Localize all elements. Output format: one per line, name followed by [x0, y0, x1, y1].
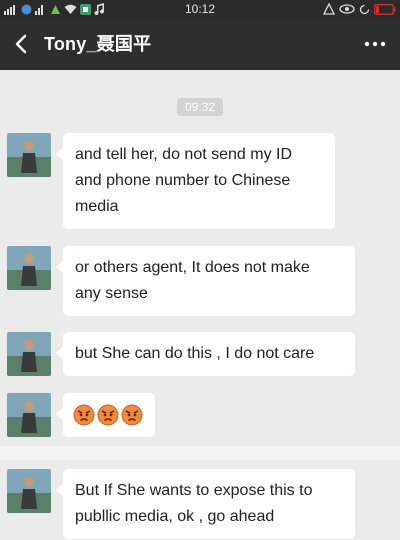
- message-text-line: and tell her, do not send my ID: [75, 146, 293, 163]
- emoji-row: [73, 402, 145, 428]
- sync-icon: [359, 4, 370, 14]
- message-row: or others agent, It does not make any se…: [0, 243, 400, 316]
- message-text-line: any sense: [75, 285, 148, 302]
- chat-divider: [0, 446, 400, 460]
- message-row: but She can do this , I do not care: [0, 329, 400, 379]
- battery-icon: [374, 3, 396, 15]
- message-row: [0, 390, 400, 440]
- message-text-line: or others agent, It does not make: [75, 259, 310, 276]
- avatar[interactable]: [7, 332, 51, 376]
- avatar[interactable]: [7, 393, 51, 437]
- more-dots-icon: [364, 41, 386, 47]
- alarm-icon: [323, 3, 335, 15]
- angry-face-icon: [73, 404, 95, 426]
- message-bubble[interactable]: and tell her, do not send my ID and phon…: [56, 133, 335, 229]
- angry-face-icon: [121, 404, 143, 426]
- more-options-button[interactable]: [360, 30, 390, 58]
- message-timestamp: 09:32: [176, 98, 224, 116]
- avatar[interactable]: [7, 133, 51, 177]
- message-text-line: publlic media, ok , go ahead: [75, 508, 275, 525]
- status-bar: 10:12: [0, 0, 400, 18]
- chevron-left-icon: [15, 34, 27, 54]
- message-row: and tell her, do not send my ID and phon…: [0, 130, 400, 230]
- avatar[interactable]: [7, 246, 51, 290]
- eye-icon: [339, 4, 355, 14]
- chat-title: Tony_聂国平: [44, 34, 152, 54]
- message-bubble[interactable]: But If She wants to expose this to publl…: [56, 469, 355, 539]
- message-text-line: But If She wants to expose this to: [75, 482, 313, 499]
- message-bubble[interactable]: but She can do this , I do not care: [56, 332, 355, 376]
- chat-header: Tony_聂国平: [0, 18, 400, 70]
- message-text-line: and phone number to Chinese: [75, 172, 291, 189]
- message-text-line: but She can do this , I do not care: [75, 345, 315, 362]
- avatar[interactable]: [7, 469, 51, 513]
- status-icons-right: [323, 2, 396, 16]
- message-bubble[interactable]: or others agent, It does not make any se…: [56, 246, 355, 316]
- message-row: But If She wants to expose this to publl…: [0, 466, 400, 540]
- back-button[interactable]: [8, 29, 36, 59]
- message-bubble[interactable]: [56, 393, 155, 437]
- angry-face-icon: [97, 404, 119, 426]
- message-text-line: media: [75, 198, 119, 215]
